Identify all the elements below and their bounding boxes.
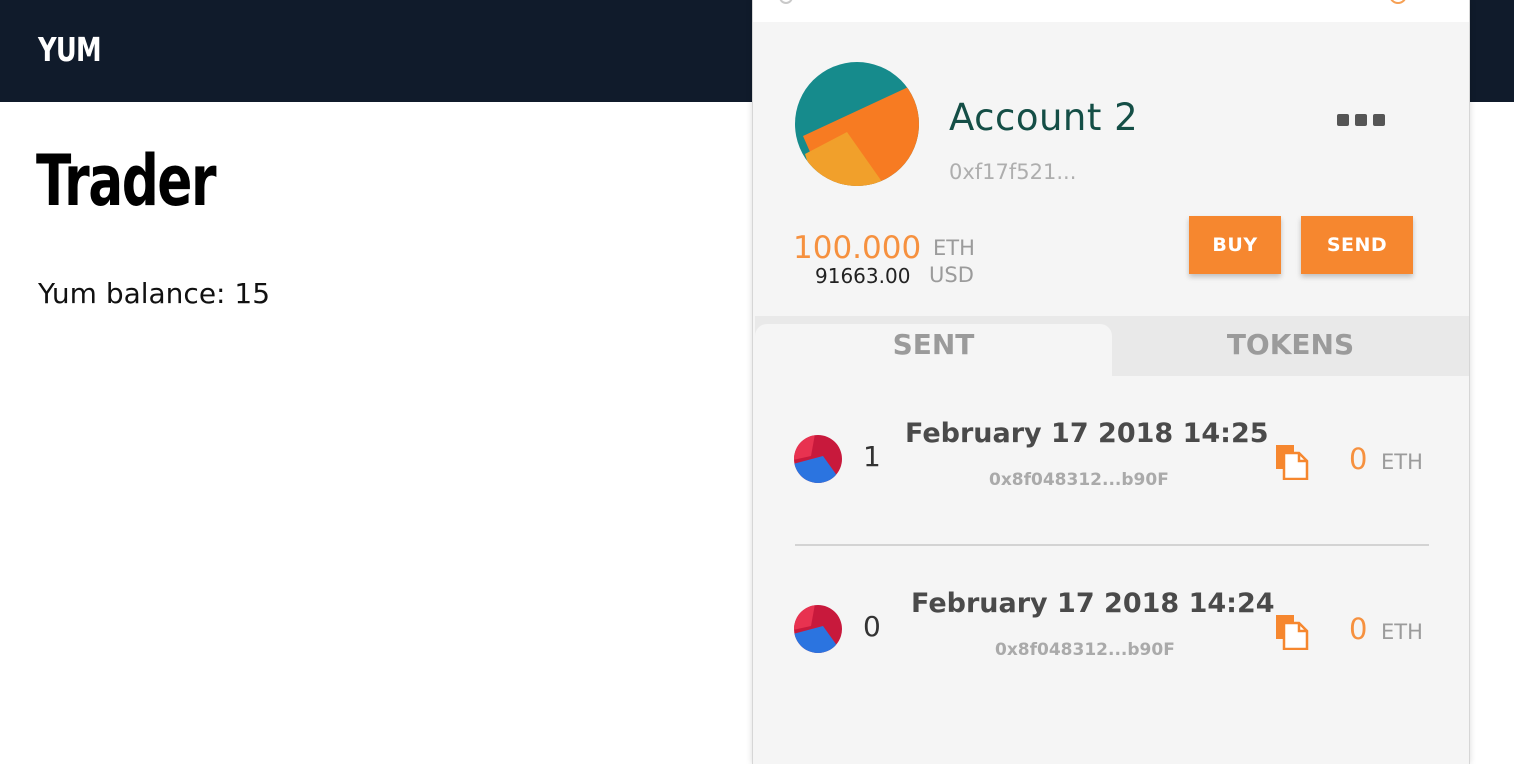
brand-logo[interactable]: YUM	[38, 30, 102, 69]
tab-tokens[interactable]: TOKENS	[1112, 316, 1469, 376]
account-options-button[interactable]	[1337, 112, 1385, 128]
account-identicon-icon[interactable]	[795, 62, 919, 186]
popup-header	[753, 0, 1469, 22]
ellipsis-icon	[1337, 114, 1349, 126]
page-title: Trader	[36, 140, 217, 222]
tx-value: 0	[1349, 442, 1368, 476]
ellipsis-icon	[1355, 114, 1367, 126]
tx-unit: ETH	[1381, 450, 1423, 474]
wallet-tabs: SENT TOKENS	[755, 316, 1469, 376]
account-address[interactable]: 0xf17f521...	[949, 160, 1076, 184]
eth-balance: 100.000	[793, 230, 922, 266]
copy-icon[interactable]	[1275, 614, 1309, 650]
ellipsis-icon	[1373, 114, 1385, 126]
buy-button[interactable]: BUY	[1189, 216, 1281, 274]
transaction-row[interactable]: 0 February 17 2018 14:24 0x8f048312...b9…	[753, 570, 1469, 710]
yum-balance-text: Yum balance: 15	[38, 277, 271, 310]
tx-nonce: 1	[863, 440, 881, 473]
recipient-identicon-icon	[794, 435, 842, 483]
network-icon[interactable]	[779, 0, 793, 4]
divider	[795, 544, 1429, 546]
tab-sent[interactable]: SENT	[755, 324, 1112, 376]
copy-icon[interactable]	[1275, 444, 1309, 480]
tx-unit: ETH	[1381, 620, 1423, 644]
eth-unit: ETH	[933, 236, 975, 260]
send-button[interactable]: SEND	[1301, 216, 1413, 274]
usd-unit: USD	[929, 263, 974, 287]
recipient-identicon-icon	[794, 605, 842, 653]
usd-balance: 91663.00	[815, 264, 911, 288]
tx-hash: 0x8f048312...b90F	[989, 470, 1169, 490]
transaction-row[interactable]: 1 February 17 2018 14:25 0x8f048312...b9…	[753, 400, 1469, 540]
tx-date: February 17 2018 14:24	[911, 588, 1275, 619]
wallet-logo-icon[interactable]	[1389, 0, 1407, 4]
tx-hash: 0x8f048312...b90F	[995, 640, 1175, 660]
account-name[interactable]: Account 2	[949, 96, 1138, 139]
tx-value: 0	[1349, 612, 1368, 646]
wallet-popup: Account 2 0xf17f521... 100.000 ETH 91663…	[752, 0, 1470, 764]
tx-date: February 17 2018 14:25	[905, 418, 1269, 449]
tx-nonce: 0	[863, 610, 881, 643]
